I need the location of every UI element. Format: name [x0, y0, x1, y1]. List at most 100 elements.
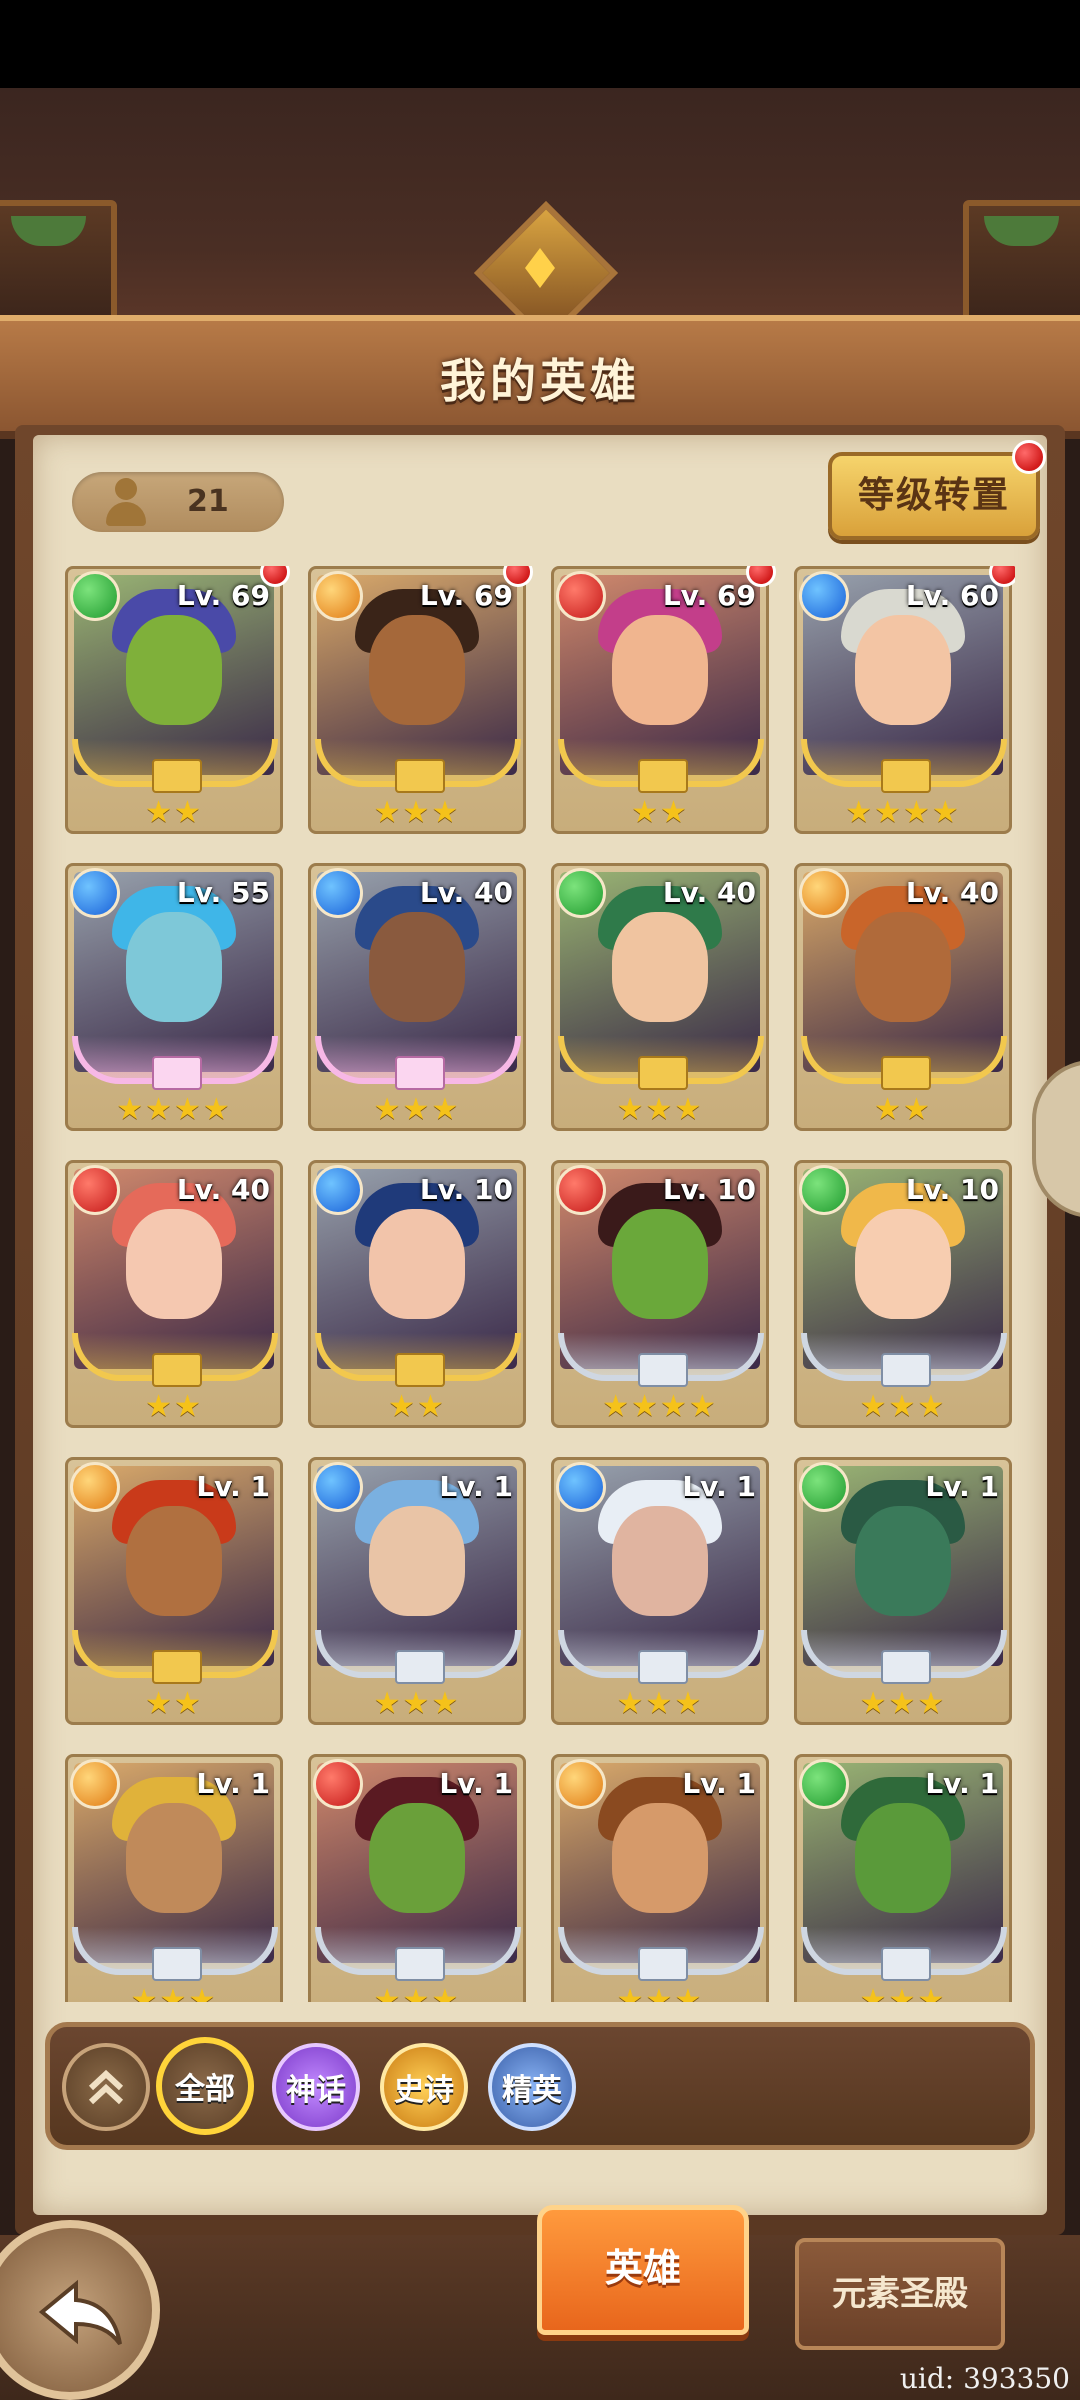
water-element-icon: [313, 1165, 363, 1215]
hero-stars: ★★★: [616, 1686, 704, 1721]
hero-stars: ★★★: [616, 1983, 704, 2002]
hero-count-badge: 21: [72, 472, 284, 532]
person-icon: [104, 478, 148, 526]
hero-card[interactable]: Lv. 40 ★★: [794, 863, 1012, 1131]
hero-card[interactable]: Lv. 40 ★★: [65, 1160, 283, 1428]
tab-heroes[interactable]: 英雄: [537, 2205, 749, 2335]
hero-level: Lv. 1: [196, 1470, 270, 1503]
filter-epic-button[interactable]: 史诗: [380, 2043, 468, 2131]
rarity-crest-icon: [152, 1353, 202, 1387]
light-element-icon: [70, 1462, 120, 1512]
hero-stars: ★★★: [859, 1389, 947, 1424]
filter-all-button[interactable]: 全部: [156, 2037, 254, 2135]
hero-level: Lv. 1: [439, 1470, 513, 1503]
hero-stars: ★★★: [373, 795, 461, 830]
rarity-crest-icon: [881, 1650, 931, 1684]
hero-card[interactable]: Lv. 60 ★★★★: [794, 566, 1015, 834]
fire-element-icon: [556, 571, 606, 621]
hero-count: 21: [187, 484, 229, 519]
notification-dot-icon: [1012, 440, 1046, 474]
title-bar: 我的英雄: [0, 315, 1080, 439]
hero-stars: ★★: [145, 1389, 203, 1424]
hero-stars: ★★: [631, 795, 689, 830]
hero-card[interactable]: Lv. 1 ★★★: [794, 1754, 1012, 2002]
hero-stars: ★★★: [373, 1686, 461, 1721]
rarity-crest-icon: [395, 1056, 445, 1090]
rarity-crest-icon: [638, 759, 688, 793]
status-bar: [0, 0, 1080, 88]
tab-element-temple[interactable]: 元素圣殿: [795, 2238, 1005, 2350]
pillar-right: [963, 200, 1080, 332]
hero-stars: ★★: [145, 1686, 203, 1721]
hero-grid: Lv. 69 ★★ Lv. 69 ★★★ Lv. 69 ★★ Lv. 60 ★★★★ Lv. 5…: [65, 566, 1015, 2002]
hero-level: Lv. 40: [419, 876, 513, 909]
double-chevron-up-icon: [88, 2069, 124, 2105]
hero-card[interactable]: Lv. 10 ★★: [308, 1160, 526, 1428]
hero-level: Lv. 40: [176, 1173, 270, 1206]
hero-level: Lv. 69: [419, 579, 513, 612]
hero-level: Lv. 10: [905, 1173, 999, 1206]
hero-level: Lv. 1: [682, 1767, 756, 1800]
hero-card[interactable]: Lv. 69 ★★: [551, 566, 776, 834]
user-id-text: uid: 393350: [899, 2362, 1070, 2395]
hero-level: Lv. 1: [925, 1767, 999, 1800]
hero-card[interactable]: Lv. 1 ★★★: [794, 1457, 1012, 1725]
rarity-filter-bar: 全部 神话 史诗 精英: [45, 2022, 1035, 2150]
hero-card[interactable]: Lv. 1 ★★★: [65, 1754, 283, 2002]
hero-card[interactable]: Lv. 40 ★★★: [308, 863, 526, 1131]
rarity-crest-icon: [152, 1947, 202, 1981]
hero-level: Lv. 1: [925, 1470, 999, 1503]
rarity-crest-icon: [638, 1947, 688, 1981]
light-element-icon: [70, 1759, 120, 1809]
rarity-crest-icon: [395, 1650, 445, 1684]
rarity-crest-icon: [395, 759, 445, 793]
rarity-crest-icon: [395, 1947, 445, 1981]
hero-card[interactable]: Lv. 55 ★★★★: [65, 863, 283, 1131]
hero-level: Lv. 40: [905, 876, 999, 909]
hero-stars: ★★★: [373, 1983, 461, 2002]
collapse-filter-button[interactable]: [62, 2043, 150, 2131]
nature-element-icon: [556, 868, 606, 918]
hero-card[interactable]: Lv. 10 ★★★: [794, 1160, 1012, 1428]
pillar-left: [0, 200, 117, 332]
hero-card[interactable]: Lv. 1 ★★★: [551, 1754, 769, 2002]
hero-card[interactable]: Lv. 1 ★★★: [308, 1457, 526, 1725]
hero-level: Lv. 40: [662, 876, 756, 909]
fire-element-icon: [70, 1165, 120, 1215]
filter-myth-button[interactable]: 神话: [272, 2043, 360, 2131]
hero-stars: ★★: [388, 1389, 446, 1424]
hero-level: Lv. 69: [662, 579, 756, 612]
page-title: 我的英雄: [440, 354, 640, 408]
hero-card[interactable]: Lv. 69 ★★★: [308, 566, 533, 834]
tab-temple-label: 元素圣殿: [832, 2274, 968, 2314]
nature-element-icon: [799, 1462, 849, 1512]
hero-stars: ★★★: [130, 1983, 218, 2002]
rarity-crest-icon: [395, 1353, 445, 1387]
water-element-icon: [556, 1462, 606, 1512]
nature-element-icon: [799, 1759, 849, 1809]
hero-card[interactable]: Lv. 10 ★★★★: [551, 1160, 769, 1428]
hero-card[interactable]: Lv. 1 ★★: [65, 1457, 283, 1725]
fire-element-icon: [556, 1165, 606, 1215]
water-element-icon: [70, 868, 120, 918]
hero-card[interactable]: Lv. 1 ★★★: [308, 1754, 526, 2002]
hero-card[interactable]: Lv. 69 ★★: [65, 566, 290, 834]
filter-elite-button[interactable]: 精英: [488, 2043, 576, 2131]
level-transfer-button[interactable]: 等级转置: [828, 440, 1046, 540]
hero-level: Lv. 1: [196, 1767, 270, 1800]
fire-element-icon: [313, 1759, 363, 1809]
hero-card[interactable]: Lv. 40 ★★★: [551, 863, 769, 1131]
rarity-crest-icon: [152, 1650, 202, 1684]
rarity-crest-icon: [638, 1353, 688, 1387]
rarity-crest-icon: [152, 1056, 202, 1090]
water-element-icon: [313, 1462, 363, 1512]
hero-stars: ★★: [145, 795, 203, 830]
rarity-crest-icon: [152, 759, 202, 793]
hero-card[interactable]: Lv. 1 ★★★: [551, 1457, 769, 1725]
hero-stars: ★★★: [859, 1983, 947, 2002]
nature-element-icon: [70, 571, 120, 621]
hero-level: Lv. 10: [662, 1173, 756, 1206]
hero-level: Lv. 69: [176, 579, 270, 612]
level-transfer-label: 等级转置: [857, 475, 1010, 516]
hero-stars: ★★★: [859, 1686, 947, 1721]
